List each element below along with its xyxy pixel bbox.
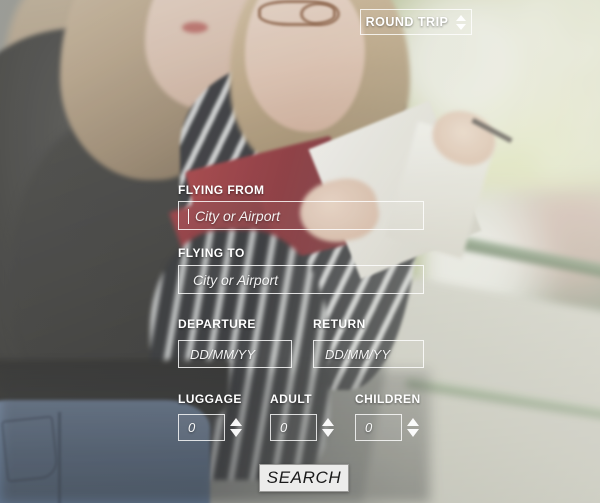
triangle-down-icon[interactable] (407, 429, 419, 437)
flying-to-input[interactable]: City or Airport (178, 265, 424, 294)
trip-type-selector[interactable]: ROUND TRIP (360, 9, 472, 35)
triangle-up-icon[interactable] (407, 418, 419, 426)
triangle-down-icon[interactable] (230, 429, 242, 437)
search-button-label: SEARCH (266, 468, 342, 487)
trip-type-spinner[interactable] (456, 14, 467, 30)
return-placeholder: DD/MM/YY (325, 346, 390, 362)
adult-value: 0 (280, 420, 288, 435)
flying-from-placeholder: City or Airport (195, 207, 281, 224)
triangle-up-icon[interactable] (456, 14, 467, 21)
adult-stepper[interactable]: 0 (270, 414, 334, 441)
trip-type-label: ROUND TRIP (365, 15, 449, 29)
return-label: RETURN (313, 317, 366, 331)
luggage-value: 0 (188, 420, 196, 435)
children-label: CHILDREN (355, 392, 421, 406)
luggage-value-box[interactable]: 0 (178, 414, 225, 441)
flying-to-placeholder: City or Airport (193, 271, 279, 288)
departure-placeholder: DD/MM/YY (190, 346, 255, 362)
luggage-label: LUGGAGE (178, 392, 242, 406)
search-button[interactable]: SEARCH (259, 464, 349, 492)
triangle-up-icon[interactable] (230, 418, 242, 426)
luggage-stepper[interactable]: 0 (178, 414, 242, 441)
children-value: 0 (365, 420, 373, 435)
screen: ROUND TRIP FLYING FROM City or Airport F… (0, 0, 600, 503)
children-stepper[interactable]: 0 (355, 414, 419, 441)
adult-label: ADULT (270, 392, 313, 406)
triangle-up-icon[interactable] (322, 418, 334, 426)
flying-from-label: FLYING FROM (178, 183, 265, 197)
return-date-input[interactable]: DD/MM/YY (313, 340, 424, 368)
departure-label: DEPARTURE (178, 317, 256, 331)
children-value-box[interactable]: 0 (355, 414, 402, 441)
adult-spinner[interactable] (322, 418, 334, 437)
flying-from-input[interactable]: City or Airport (178, 201, 424, 230)
flight-search-form: ROUND TRIP FLYING FROM City or Airport F… (0, 0, 600, 503)
departure-date-input[interactable]: DD/MM/YY (178, 340, 292, 368)
children-spinner[interactable] (407, 418, 419, 437)
triangle-down-icon[interactable] (456, 23, 467, 30)
luggage-spinner[interactable] (230, 418, 242, 437)
adult-value-box[interactable]: 0 (270, 414, 317, 441)
flying-to-label: FLYING TO (178, 246, 245, 260)
text-caret (188, 207, 195, 224)
triangle-down-icon[interactable] (322, 429, 334, 437)
